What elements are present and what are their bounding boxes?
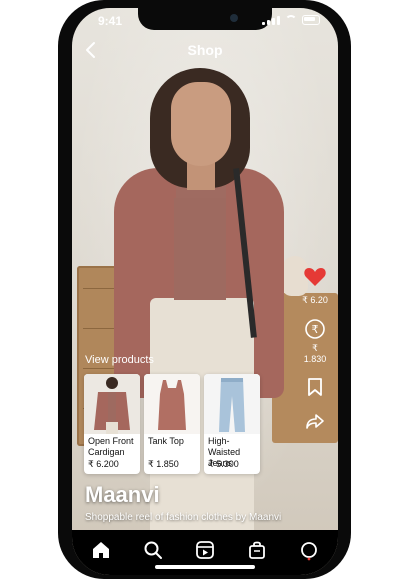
share-icon xyxy=(306,414,324,429)
camera xyxy=(230,14,238,22)
model-tank-top xyxy=(174,198,226,300)
product-card[interactable]: High-Waisted Jeans ₹ 5.300 xyxy=(204,374,260,474)
product-price: ₹ 6.200 xyxy=(88,459,119,469)
notch xyxy=(138,8,272,30)
home-indicator xyxy=(155,565,255,569)
bookmark-icon xyxy=(308,378,322,396)
wifi-icon xyxy=(285,15,297,25)
bookmark-button[interactable] xyxy=(300,376,330,398)
screen: 9:41 Shop ₹ 6.20 ₹ ₹ 1.830 View products… xyxy=(72,8,338,575)
battery-icon xyxy=(302,15,320,25)
heart-icon xyxy=(304,268,326,286)
share-button[interactable] xyxy=(300,410,330,432)
page-title: Shop xyxy=(187,42,223,58)
like-count: ₹ 6.20 xyxy=(302,295,328,305)
product-card[interactable]: Open Front Cardigan ₹ 6.200 xyxy=(84,374,140,474)
product-image-jeans xyxy=(204,374,260,434)
view-products-label[interactable]: View products xyxy=(85,354,154,366)
top-nav: Shop xyxy=(72,38,338,64)
product-price: ₹ 1.850 xyxy=(148,459,179,469)
product-price: ₹ 5.300 xyxy=(208,459,239,469)
svg-text:₹: ₹ xyxy=(312,323,319,336)
rupee-tip-icon: ₹ xyxy=(305,319,325,339)
tip-count: ₹ 1.830 xyxy=(303,343,327,364)
status-indicators xyxy=(262,15,320,25)
shop-icon[interactable] xyxy=(245,538,269,562)
model-face xyxy=(171,82,231,166)
product-name: Open Front Cardigan xyxy=(88,436,134,457)
product-name: Tank Top xyxy=(148,436,184,446)
search-icon[interactable] xyxy=(141,538,165,562)
creator-name[interactable]: Maanvi xyxy=(85,482,160,508)
home-icon[interactable] xyxy=(89,538,113,562)
tip-button[interactable]: ₹ ₹ 1.830 xyxy=(300,318,330,364)
product-card[interactable]: Tank Top ₹ 1.850 xyxy=(144,374,200,474)
action-rail: ₹ 6.20 ₹ ₹ 1.830 xyxy=(300,265,330,444)
status-time: 9:41 xyxy=(98,14,123,28)
product-image-cardigan xyxy=(84,374,140,434)
reels-icon[interactable] xyxy=(193,538,217,562)
bottom-tab-bar xyxy=(72,530,338,575)
status-bar: 9:41 xyxy=(72,8,338,38)
product-carousel: Open Front Cardigan ₹ 6.200 Tank Top ₹ 1… xyxy=(84,374,260,474)
profile-icon[interactable] xyxy=(297,538,321,562)
signal-icon xyxy=(262,16,280,25)
reel-caption: Shoppable reel of fashion clothes by Maa… xyxy=(85,512,282,523)
product-image-tank-top xyxy=(144,374,200,434)
like-button[interactable]: ₹ 6.20 xyxy=(300,265,330,306)
